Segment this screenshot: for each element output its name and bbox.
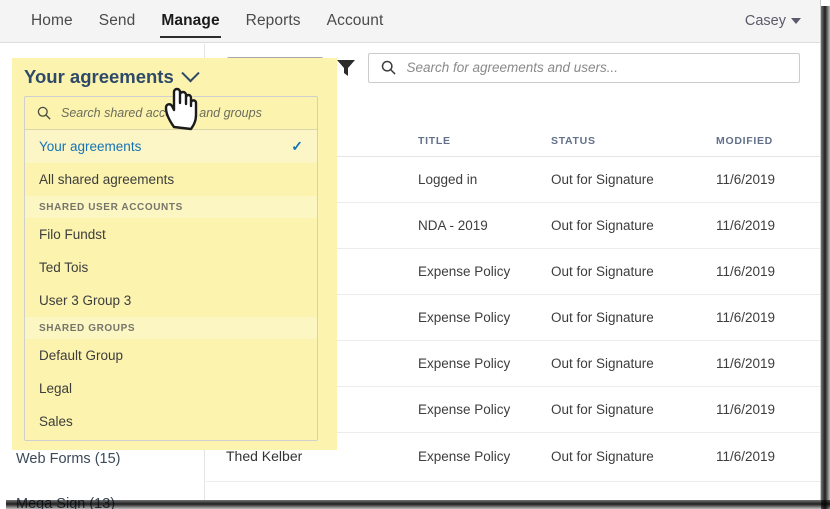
window-shadow-right [821, 6, 830, 509]
dropdown-search-placeholder: Search shared accounts and groups [61, 106, 262, 120]
cell-status: Out for Signature [551, 387, 716, 433]
dropdown-item-ted-tois[interactable]: Ted Tois [25, 251, 317, 284]
cell-title: Logged in [418, 157, 551, 203]
dropdown-option-label: All shared agreements [39, 172, 174, 187]
cell-modified: 11/6/2019 [716, 341, 821, 387]
user-account-label: Casey [745, 13, 786, 29]
cell-status: Out for Signature [551, 203, 716, 249]
dropdown-option-your-agreements[interactable]: Your agreements ✓ [25, 130, 317, 163]
dropdown-group-heading-shared-user-accounts: SHARED USER ACCOUNTS [25, 196, 317, 218]
cell-status: Out for Signature [551, 295, 716, 341]
dropdown-item-default-group[interactable]: Default Group [25, 339, 317, 372]
app-window: Home Send Manage Reports Account Casey W… [0, 0, 830, 509]
user-account-menu[interactable]: Casey [745, 13, 801, 29]
chevron-down-icon [181, 64, 199, 82]
dropdown-item-user-3-group-3[interactable]: User 3 Group 3 [25, 284, 317, 317]
nav-item-send[interactable]: Send [86, 0, 149, 42]
search-placeholder: Search for agreements and users... [406, 60, 618, 75]
cell-title: Expense Policy [418, 249, 551, 295]
cell-title: NDA - 2019 [418, 203, 551, 249]
column-header-status[interactable]: STATUS [551, 131, 716, 157]
cell-status: Out for Signature [551, 433, 716, 482]
cell-title: Expense Policy [418, 387, 551, 433]
dropdown-item-sales[interactable]: Sales [25, 405, 317, 438]
dropdown-item-legal[interactable]: Legal [25, 372, 317, 405]
cell-modified: 11/6/2019 [716, 157, 821, 203]
dropdown-group-heading-shared-groups: SHARED GROUPS [25, 317, 317, 339]
row-name: Thed Kelber [226, 448, 418, 466]
cell-status: Out for Signature [551, 249, 716, 295]
search-icon [381, 60, 396, 75]
window-shadow-bottom [6, 500, 830, 509]
cell-status: Out for Signature [551, 157, 716, 203]
column-header-title[interactable]: TITLE [418, 131, 551, 157]
cell-title: Expense Policy [418, 295, 551, 341]
cell-modified: 11/6/2019 [716, 203, 821, 249]
dropdown-item-filo-fundst[interactable]: Filo Fundst [25, 218, 317, 251]
dropdown-option-all-shared-agreements[interactable]: All shared agreements [25, 163, 317, 196]
cell-modified: 11/6/2019 [716, 295, 821, 341]
nav-item-account[interactable]: Account [314, 0, 397, 42]
cell-modified: 11/6/2019 [716, 249, 821, 295]
nav-item-home[interactable]: Home [18, 0, 86, 42]
chevron-down-icon [791, 18, 801, 24]
dropdown-option-label: Your agreements [39, 139, 141, 154]
search-icon [37, 106, 51, 120]
nav-items: Home Send Manage Reports Account [18, 0, 396, 42]
nav-item-reports[interactable]: Reports [233, 0, 314, 42]
cell-status: Out for Signature [551, 341, 716, 387]
search-input[interactable]: Search for agreements and users... [368, 53, 800, 83]
cell-title: Expense Policy [418, 433, 551, 482]
your-agreements-dropdown-trigger[interactable]: Your agreements [24, 66, 197, 88]
cell-modified: 11/6/2019 [716, 387, 821, 433]
cell-modified: 11/6/2019 [716, 433, 821, 482]
dropdown-search-input[interactable]: Search shared accounts and groups [25, 97, 317, 130]
filter-icon[interactable] [336, 59, 356, 77]
top-navigation-bar: Home Send Manage Reports Account Casey [0, 0, 821, 43]
check-icon: ✓ [291, 138, 303, 155]
column-header-modified[interactable]: MODIFIED [716, 131, 821, 157]
nav-item-manage[interactable]: Manage [148, 0, 232, 42]
dropdown-trigger-label: Your agreements [24, 66, 174, 88]
cell-title: Expense Policy [418, 341, 551, 387]
shared-accounts-dropdown: Search shared accounts and groups Your a… [24, 96, 318, 441]
